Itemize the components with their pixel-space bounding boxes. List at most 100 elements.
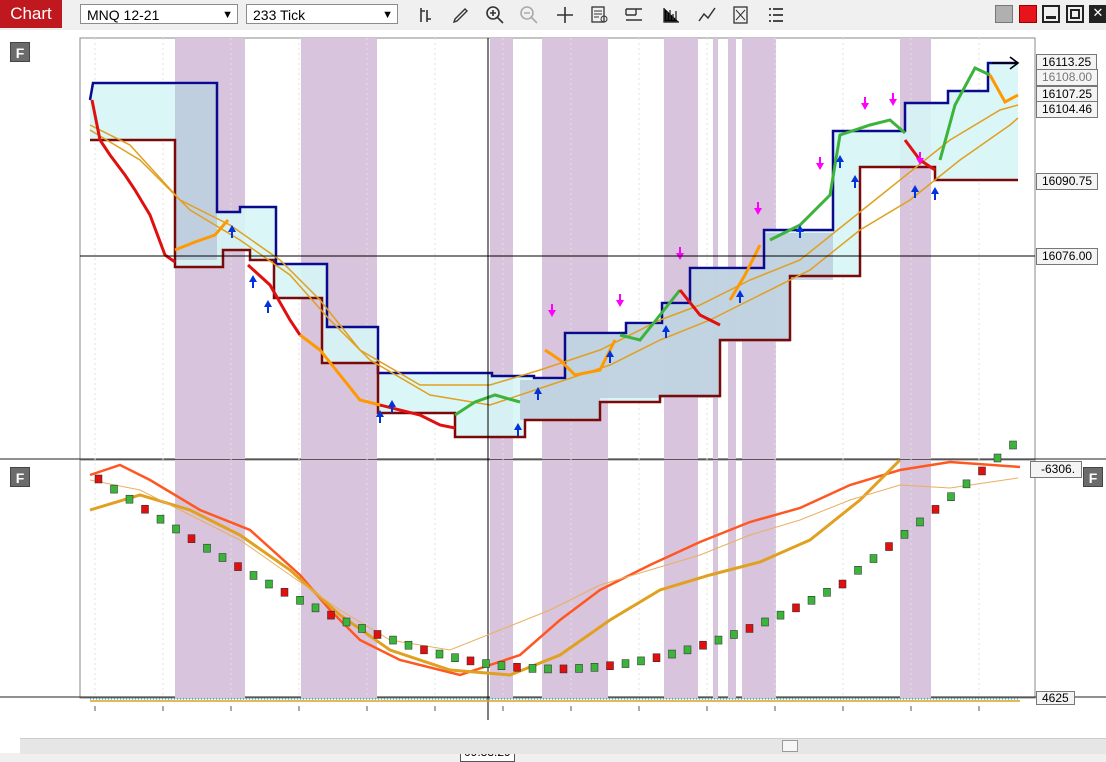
oscillator-bar	[94, 474, 103, 484]
oscillator-bar	[265, 579, 273, 589]
crosshair-icon[interactable]	[554, 4, 576, 26]
oscillator-bar	[482, 659, 490, 668]
session-band	[713, 460, 718, 698]
oscillator-bar	[513, 663, 521, 672]
oscillator-bar	[823, 588, 831, 597]
oscillator-bar	[234, 562, 242, 571]
session-band	[301, 460, 377, 698]
oscillator-bar	[652, 653, 661, 662]
oscillator-bar	[389, 635, 397, 645]
oscillator-bar	[916, 517, 924, 527]
drawing-objects-icon[interactable]	[730, 4, 752, 26]
scrollbar-thumb[interactable]	[782, 740, 798, 752]
price-label-hidden: 16108.00	[1036, 69, 1099, 86]
session-band	[900, 460, 931, 698]
red-button[interactable]	[1019, 5, 1037, 23]
price-label-crosshair: 16076.00	[1036, 248, 1099, 265]
oscillator-bar	[172, 524, 180, 534]
session-band	[542, 460, 608, 698]
oscillator-bar	[776, 610, 785, 620]
oscillator-bar	[699, 640, 707, 650]
oscillator-bar	[993, 453, 1002, 463]
oscillator-bar	[311, 603, 320, 613]
interval-value: 233 Tick	[253, 7, 306, 23]
oscillator-bar	[404, 640, 413, 650]
oscillator-bar	[296, 596, 304, 605]
oscillator-bar	[327, 610, 335, 620]
channel-overlap-fill	[175, 85, 217, 260]
oscillator-bar	[218, 553, 227, 562]
pencil-icon[interactable]	[450, 4, 472, 26]
oscillator-bar	[869, 554, 878, 563]
oscillator-bar	[373, 630, 382, 639]
oscillator-bar	[575, 664, 583, 673]
oscillator-bar	[931, 505, 940, 514]
oscillator-bar	[637, 656, 645, 666]
minimize-button[interactable]	[1042, 5, 1060, 23]
oscillator-bar	[466, 656, 475, 666]
properties-icon[interactable]	[623, 4, 645, 26]
session-band	[728, 38, 736, 459]
window-title: Chart	[0, 0, 62, 28]
price-label-ma: 16104.46	[1036, 101, 1099, 118]
oscillator-bar	[451, 653, 459, 662]
indicators-icon[interactable]	[696, 4, 718, 26]
oscillator-bar	[342, 617, 351, 627]
chart-canvas[interactable]	[0, 30, 1106, 753]
oscillator-bar	[249, 571, 258, 580]
data-box-icon[interactable]	[589, 4, 611, 26]
oscillator-bar	[730, 630, 738, 639]
oscillator-bar	[885, 542, 893, 551]
minimize-gray-button[interactable]	[995, 5, 1013, 23]
oscillator-bar	[761, 617, 769, 627]
oscillator-bar	[683, 645, 692, 655]
strategies-icon[interactable]	[660, 4, 682, 26]
session-band	[900, 38, 931, 459]
oscillator-bar	[590, 663, 599, 672]
zoom-out-icon[interactable]	[518, 4, 540, 26]
oscillator-bar	[420, 645, 428, 655]
oscillator-bar	[838, 579, 847, 589]
oscillator-bar	[606, 661, 614, 670]
session-band	[301, 38, 377, 459]
price-panel-badge[interactable]: F	[10, 42, 30, 62]
oscillator-bar	[900, 530, 909, 539]
session-band	[175, 460, 245, 698]
oscillator-bar	[203, 543, 211, 553]
chart-area[interactable]: F F F 16113.25 16108.00 16107.25 16104.4…	[0, 30, 1106, 762]
oscillator-bar	[807, 596, 816, 605]
oscillator-bar	[435, 649, 444, 659]
oscillator-bar	[978, 466, 986, 476]
maximize-button[interactable]	[1066, 5, 1084, 23]
list-icon[interactable]	[765, 4, 787, 26]
oscillator-bar	[962, 479, 971, 489]
oscillator-bar	[110, 484, 118, 494]
indicator-right-badge[interactable]: F	[1083, 467, 1103, 487]
indicator-value-label: -6306.	[1030, 461, 1082, 478]
indicator-panel-badge[interactable]: F	[10, 467, 30, 487]
oscillator-bar	[559, 664, 568, 674]
close-button[interactable]: ✕	[1089, 5, 1106, 23]
price-label-lower: 16090.75	[1036, 173, 1099, 190]
chart-toolbar: Chart MNQ 12-21 ▼ 233 Tick ▼ ✕	[0, 0, 1106, 31]
oscillator-bar	[141, 504, 149, 514]
oscillator-bar	[497, 661, 506, 670]
oscillator-bar	[156, 514, 165, 524]
oscillator-bar	[621, 659, 630, 668]
instrument-selector[interactable]: MNQ 12-21 ▼	[80, 4, 238, 24]
zoom-in-icon[interactable]	[484, 4, 506, 26]
horizontal-scrollbar[interactable]	[20, 738, 1106, 754]
interval-selector[interactable]: 233 Tick ▼	[246, 4, 398, 24]
oscillator-bar	[187, 534, 196, 543]
oscillator-bar	[528, 664, 537, 673]
oscillator-bar	[714, 635, 723, 645]
session-band	[728, 460, 736, 698]
instrument-value: MNQ 12-21	[87, 7, 160, 23]
oscillator-bar	[947, 492, 955, 501]
oscillator-bar	[792, 603, 800, 613]
oscillator-bar	[358, 624, 366, 633]
oscillator-bar	[1009, 440, 1017, 450]
oscillator-bar	[544, 664, 552, 674]
indicator-bottom-label: 4625	[1036, 691, 1075, 705]
bar-type-icon[interactable]	[416, 4, 438, 26]
